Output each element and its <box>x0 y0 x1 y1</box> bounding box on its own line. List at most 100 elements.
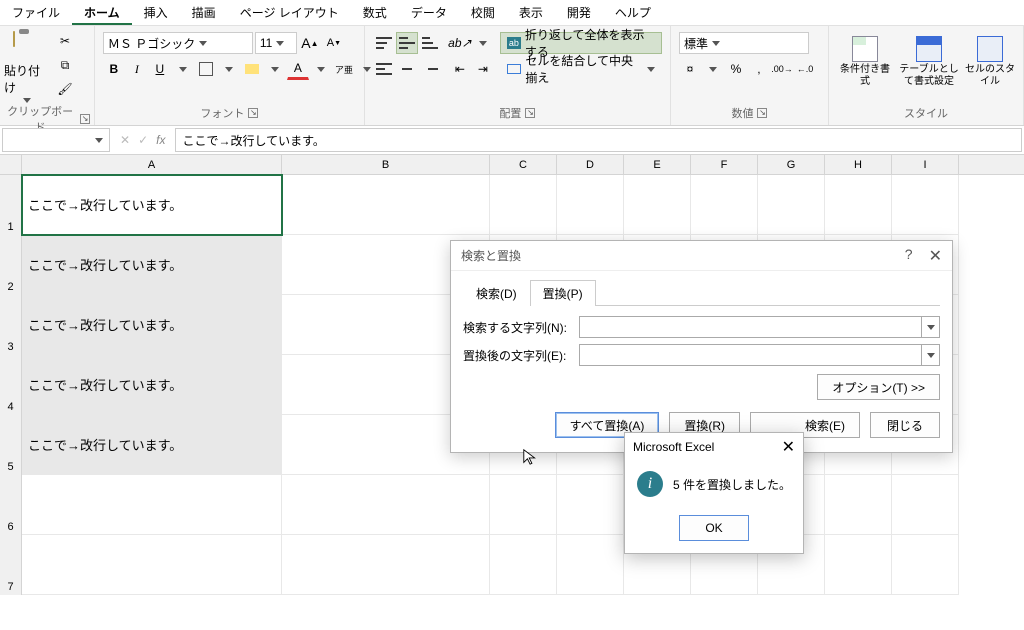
percent-button[interactable]: % <box>725 58 747 80</box>
cell-C6[interactable] <box>490 475 557 535</box>
conditional-formatting-button[interactable]: 条件付き書式 <box>837 32 893 88</box>
menu-data[interactable]: データ <box>399 0 459 25</box>
cell-A2[interactable]: ここで→改行しています。 <box>22 235 282 295</box>
underline-dropdown[interactable] <box>172 58 194 80</box>
dialog-launcher-icon[interactable]: ↘ <box>757 108 767 118</box>
italic-button[interactable]: I <box>126 58 148 80</box>
cell-G1[interactable] <box>758 175 825 235</box>
cell-B1[interactable] <box>282 175 490 235</box>
menu-view[interactable]: 表示 <box>507 0 555 25</box>
enter-formula-button[interactable]: ✓ <box>138 133 148 147</box>
font-size-select[interactable]: 11 <box>255 32 297 54</box>
bold-button[interactable]: B <box>103 58 125 80</box>
row-header-6[interactable]: 6 <box>0 475 22 535</box>
copy-button[interactable]: ⧉ <box>54 54 76 76</box>
increase-indent-button[interactable]: ⇥ <box>472 58 494 80</box>
menu-home[interactable]: ホーム <box>72 0 132 25</box>
align-middle-button[interactable] <box>396 32 418 54</box>
row-header-2[interactable]: 2 <box>0 235 22 295</box>
replace-with-input[interactable] <box>579 344 922 366</box>
underline-button[interactable]: U <box>149 58 171 80</box>
cell-H6[interactable] <box>825 475 892 535</box>
cell-B7[interactable] <box>282 535 490 595</box>
font-color-button[interactable]: A <box>287 58 309 80</box>
col-header-I[interactable]: I <box>892 155 959 174</box>
menu-review[interactable]: 校閲 <box>459 0 507 25</box>
menu-draw[interactable]: 描画 <box>180 0 228 25</box>
paste-button[interactable]: 貼り付け <box>4 28 50 103</box>
format-painter-button[interactable]: 🖌 <box>54 78 76 100</box>
cancel-formula-button[interactable]: ✕ <box>120 133 130 147</box>
menu-formulas[interactable]: 数式 <box>351 0 399 25</box>
options-button[interactable]: オプション(T) >> <box>817 374 940 400</box>
cell-A3[interactable]: ここで→改行しています。 <box>22 295 282 355</box>
cell-D7[interactable] <box>557 535 624 595</box>
cell-A4[interactable]: ここで→改行しています。 <box>22 355 282 415</box>
cell-I1[interactable] <box>892 175 959 235</box>
cell-E1[interactable] <box>624 175 691 235</box>
col-header-G[interactable]: G <box>758 155 825 174</box>
decrease-indent-button[interactable]: ⇤ <box>449 58 471 80</box>
orientation-dropdown[interactable] <box>472 32 494 54</box>
cell-A7[interactable] <box>22 535 282 595</box>
dialog-launcher-icon[interactable]: ↘ <box>248 108 258 118</box>
format-as-table-button[interactable]: テーブルとして書式設定 <box>897 32 961 88</box>
cell-styles-button[interactable]: セルのスタイル <box>965 32 1015 88</box>
name-box[interactable] <box>2 128 110 152</box>
shrink-font-button[interactable]: A▼ <box>323 32 345 54</box>
merge-center-button[interactable]: セルを結合して中央揃え <box>500 58 662 80</box>
row-header-3[interactable]: 3 <box>0 295 22 355</box>
col-header-F[interactable]: F <box>691 155 758 174</box>
tab-find[interactable]: 検索(D) <box>463 280 530 306</box>
cell-D1[interactable] <box>557 175 624 235</box>
phonetic-button[interactable]: ア亜 <box>333 58 355 80</box>
align-top-button[interactable] <box>373 32 395 54</box>
row-header-4[interactable]: 4 <box>0 355 22 415</box>
align-center-button[interactable] <box>396 58 418 80</box>
col-header-C[interactable]: C <box>490 155 557 174</box>
comma-button[interactable]: , <box>748 58 770 80</box>
menu-pagelayout[interactable]: ページ レイアウト <box>228 0 351 25</box>
accounting-dropdown[interactable] <box>702 58 724 80</box>
font-color-dropdown[interactable] <box>310 58 332 80</box>
find-history-dropdown[interactable] <box>922 316 940 338</box>
accounting-format-button[interactable]: ¤ <box>679 58 701 80</box>
align-left-button[interactable] <box>373 58 395 80</box>
ok-button[interactable]: OK <box>679 515 749 541</box>
cell-H7[interactable] <box>825 535 892 595</box>
cell-A1[interactable]: ここで→改行しています。 <box>22 175 282 235</box>
decrease-decimal-button[interactable]: ←.0 <box>794 58 816 80</box>
row-header-1[interactable]: 1 <box>0 175 22 235</box>
col-header-B[interactable]: B <box>282 155 490 174</box>
close-dialog-button[interactable]: 閉じる <box>870 412 940 438</box>
select-all-corner[interactable] <box>0 155 22 174</box>
menu-help[interactable]: ヘルプ <box>603 0 663 25</box>
wrap-text-button[interactable]: ab 折り返して全体を表示する <box>500 32 662 54</box>
cell-B6[interactable] <box>282 475 490 535</box>
col-header-D[interactable]: D <box>557 155 624 174</box>
col-header-H[interactable]: H <box>825 155 892 174</box>
cell-H1[interactable] <box>825 175 892 235</box>
align-right-button[interactable] <box>419 58 441 80</box>
cell-C7[interactable] <box>490 535 557 595</box>
menu-developer[interactable]: 開発 <box>555 0 603 25</box>
fill-color-dropdown[interactable] <box>264 58 286 80</box>
fill-color-button[interactable] <box>241 58 263 80</box>
cell-C1[interactable] <box>490 175 557 235</box>
orientation-button[interactable]: ab↗ <box>449 32 471 54</box>
message-box-close-button[interactable]: ✕ <box>782 437 795 457</box>
fx-button[interactable]: fx <box>156 133 165 147</box>
number-format-select[interactable]: 標準 <box>679 32 809 54</box>
replace-history-dropdown[interactable] <box>922 344 940 366</box>
borders-button[interactable] <box>195 58 217 80</box>
formula-bar[interactable]: ここで→改行しています。 <box>175 128 1022 152</box>
row-header-7[interactable]: 7 <box>0 535 22 595</box>
help-button[interactable]: ? <box>905 246 913 266</box>
tab-replace[interactable]: 置換(P) <box>530 280 596 306</box>
grow-font-button[interactable]: A▲ <box>299 32 321 54</box>
dialog-launcher-icon[interactable]: ↘ <box>80 114 90 124</box>
borders-dropdown[interactable] <box>218 58 240 80</box>
increase-decimal-button[interactable]: .00→ <box>771 58 793 80</box>
cell-I6[interactable] <box>892 475 959 535</box>
close-button[interactable]: ✕ <box>929 246 942 266</box>
